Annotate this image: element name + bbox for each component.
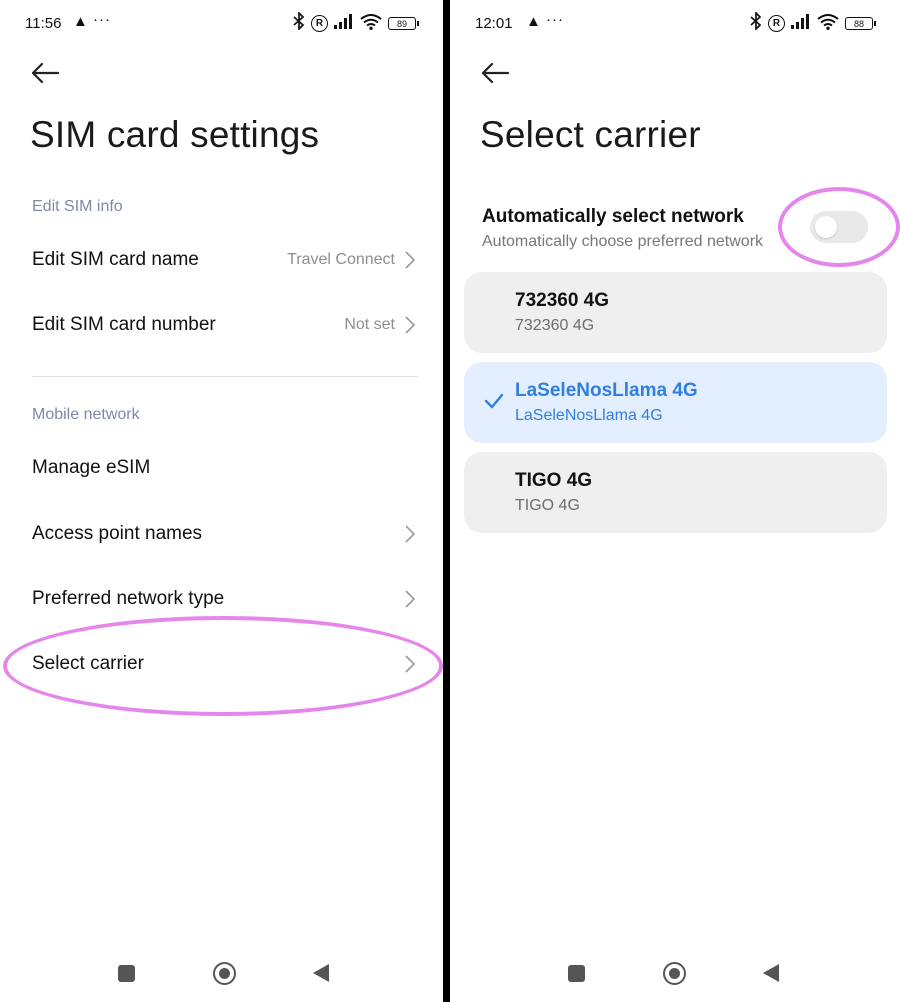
wifi-icon (360, 13, 382, 34)
carrier-subtitle: TIGO 4G (515, 497, 580, 514)
carrier-option[interactable]: TIGO 4G TIGO 4G (464, 452, 887, 533)
carrier-name: LaSeleNosLlama 4G (515, 380, 698, 401)
row-label: Preferred network type (32, 588, 225, 609)
status-bar: 12:01 ▲ ··· R 88 (450, 10, 900, 38)
row-value: Not set (344, 316, 395, 333)
chevron-right-icon (405, 525, 416, 543)
back-triangle-icon[interactable] (313, 964, 329, 982)
bluetooth-icon (293, 10, 305, 35)
back-arrow-icon[interactable] (480, 58, 514, 88)
warning-icon: ▲ (526, 13, 541, 30)
home-icon[interactable] (663, 962, 686, 985)
roaming-icon: R (768, 15, 785, 32)
chevron-right-icon (405, 251, 416, 269)
section-label-mobile-network: Mobile network (32, 406, 140, 423)
status-time: 11:56 (25, 15, 62, 32)
highlight-ellipse (3, 616, 443, 716)
status-time: 12:01 (475, 15, 513, 32)
wifi-icon (817, 13, 839, 34)
carrier-option[interactable]: 732360 4G 732360 4G (464, 272, 887, 353)
navigation-bar (450, 958, 900, 992)
checkmark-icon (484, 393, 504, 409)
roaming-icon: R (311, 15, 328, 32)
carrier-subtitle: 732360 4G (515, 317, 595, 334)
chevron-right-icon (405, 316, 416, 334)
select-carrier-screen: 12:01 ▲ ··· R 88 Select carrier Automati… (450, 0, 900, 1002)
row-label: Access point names (32, 523, 203, 544)
row-label: Edit SIM card number (32, 314, 216, 335)
warning-icon: ▲ (73, 13, 88, 30)
sim-card-settings-screen: 11:56 ▲ ··· R 89 SIM card settings Edit … (0, 0, 443, 1002)
access-point-names-row[interactable]: Access point names (0, 504, 443, 564)
navigation-bar (0, 958, 443, 992)
carrier-name: 732360 4G (515, 290, 610, 311)
more-notifications-icon: ··· (93, 11, 111, 28)
row-value: Travel Connect (287, 251, 395, 268)
section-label-edit-sim-info: Edit SIM info (32, 198, 123, 215)
divider (32, 376, 418, 377)
recents-icon[interactable] (568, 965, 585, 982)
carrier-name: TIGO 4G (515, 470, 593, 491)
page-title: SIM card settings (30, 114, 320, 155)
home-icon[interactable] (213, 962, 236, 985)
signal-icon (334, 14, 354, 33)
highlight-ellipse (778, 187, 900, 267)
signal-icon (791, 14, 811, 33)
back-triangle-icon[interactable] (763, 964, 779, 982)
battery-icon: 88 (845, 17, 876, 30)
bluetooth-icon (750, 10, 762, 35)
manage-esim-row[interactable]: Manage eSIM (0, 438, 443, 498)
carrier-subtitle: LaSeleNosLlama 4G (515, 407, 663, 424)
status-bar: 11:56 ▲ ··· R 89 (0, 10, 443, 38)
recents-icon[interactable] (118, 965, 135, 982)
auto-select-title: Automatically select network (482, 206, 744, 227)
edit-sim-card-number-row[interactable]: Edit SIM card number Not set (0, 295, 443, 355)
chevron-right-icon (405, 590, 416, 608)
row-label: Manage eSIM (32, 457, 151, 478)
edit-sim-card-name-row[interactable]: Edit SIM card name Travel Connect (0, 230, 443, 290)
battery-icon: 89 (388, 17, 419, 30)
auto-select-subtitle: Automatically choose preferred network (482, 233, 764, 250)
back-arrow-icon[interactable] (30, 58, 64, 88)
page-title: Select carrier (480, 114, 701, 155)
carrier-option-selected[interactable]: LaSeleNosLlama 4G LaSeleNosLlama 4G (464, 362, 887, 443)
row-label: Edit SIM card name (32, 249, 199, 270)
more-notifications-icon: ··· (546, 11, 564, 28)
